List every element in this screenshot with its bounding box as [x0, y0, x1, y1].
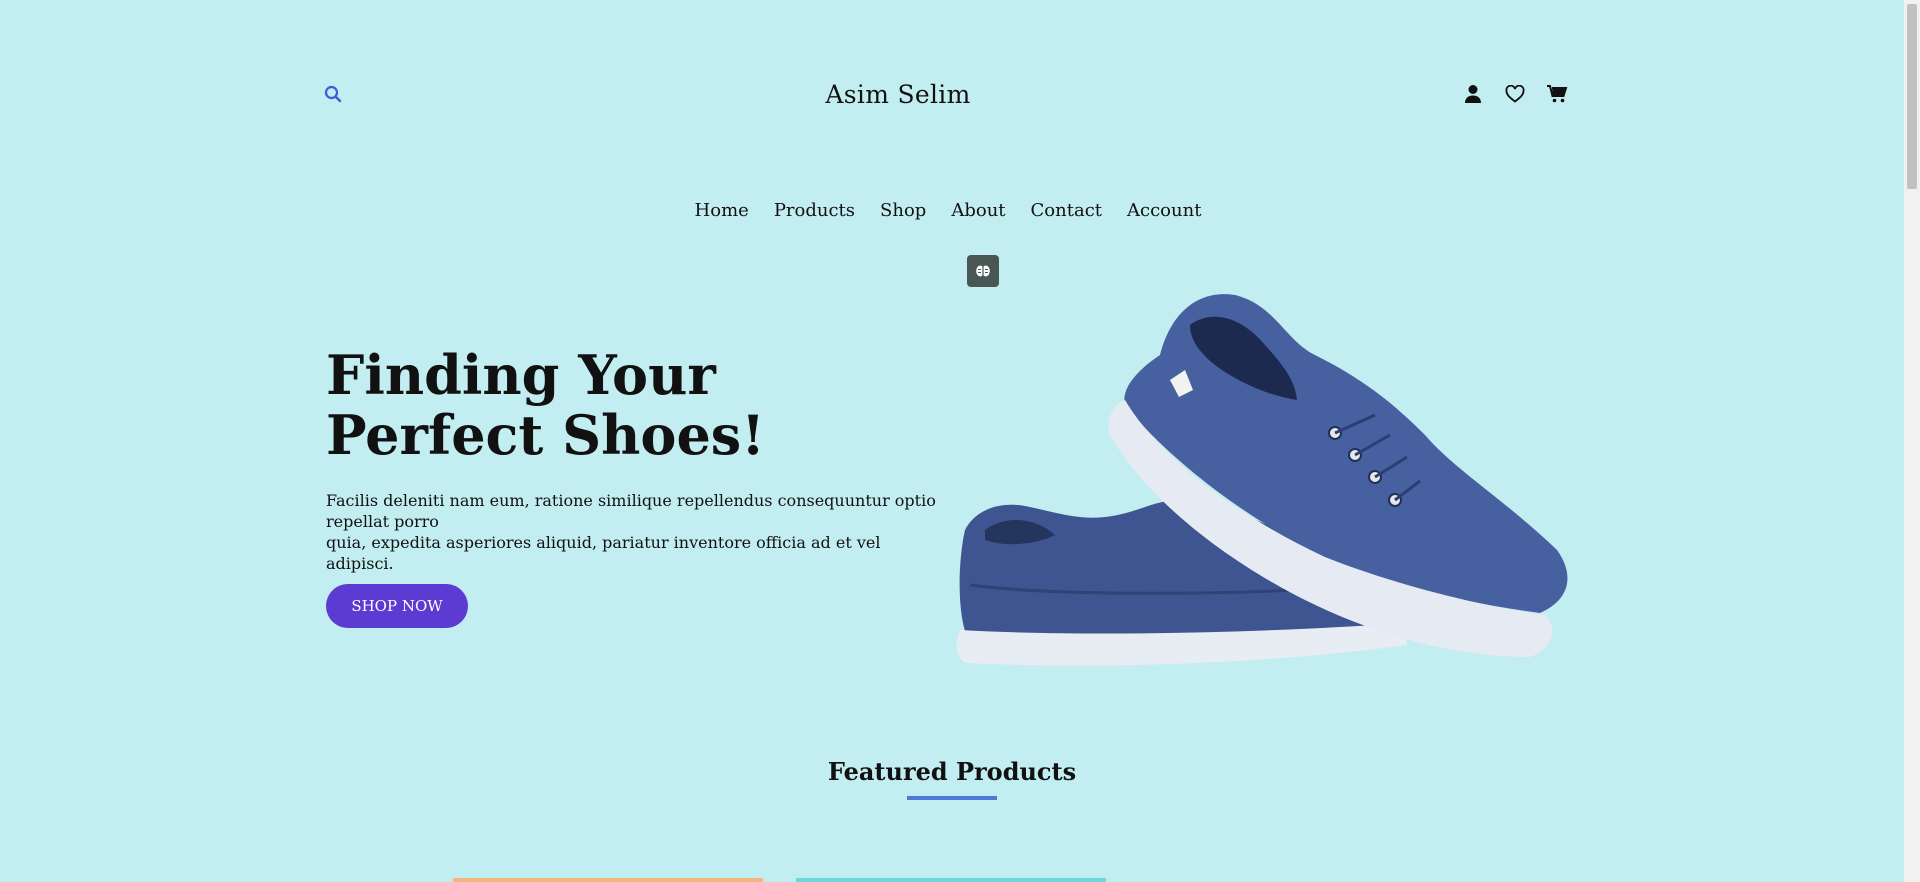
- featured-products-heading: Featured Products: [827, 757, 1077, 786]
- hero-title-line2: Perfect Shoes!: [326, 403, 765, 467]
- hero-description: Facilis deleniti nam eum, ratione simili…: [326, 490, 946, 574]
- product-card[interactable]: [796, 878, 1106, 882]
- featured-underline: [907, 796, 997, 800]
- page: Asim Selim Home Products Shop About Cont…: [0, 0, 1904, 882]
- cart-icon[interactable]: [1546, 82, 1568, 106]
- hero-text-line1: Facilis deleniti nam eum, ratione simili…: [326, 491, 936, 531]
- main-nav: Home Products Shop About Contact Account: [0, 200, 1896, 221]
- brain-icon[interactable]: [967, 255, 999, 287]
- hero-title: Finding Your Perfect Shoes!: [326, 345, 765, 465]
- nav-contact[interactable]: Contact: [1031, 200, 1102, 221]
- page-scrollbar[interactable]: [1904, 0, 1920, 882]
- hero-shoe-image: [945, 285, 1585, 685]
- nav-account[interactable]: Account: [1127, 200, 1201, 221]
- scrollbar-thumb[interactable]: [1907, 4, 1917, 189]
- heart-icon[interactable]: [1504, 82, 1526, 106]
- nav-shop[interactable]: Shop: [880, 200, 926, 221]
- user-icon[interactable]: [1462, 82, 1484, 106]
- site-header: Asim Selim: [0, 60, 1904, 130]
- nav-about[interactable]: About: [951, 200, 1005, 221]
- header-icons: [1462, 82, 1568, 106]
- shop-now-button[interactable]: SHOP NOW: [326, 584, 468, 628]
- nav-home[interactable]: Home: [695, 200, 749, 221]
- hero-title-line1: Finding Your: [326, 343, 716, 407]
- nav-products[interactable]: Products: [774, 200, 855, 221]
- product-card[interactable]: [453, 878, 763, 882]
- hero-text-line2: quia, expedita asperiores aliquid, paria…: [326, 533, 881, 573]
